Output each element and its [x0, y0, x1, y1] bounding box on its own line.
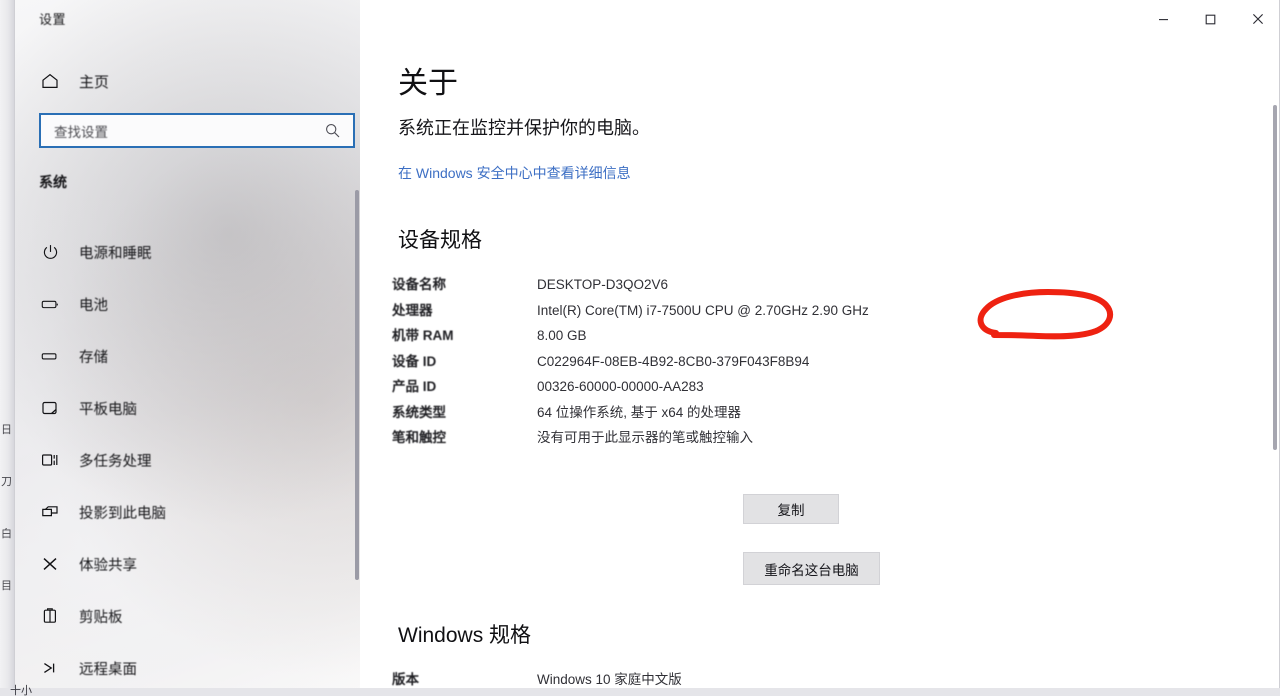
sidebar-item-label: 电池 — [79, 297, 108, 314]
spec-key: 系统类型 — [392, 404, 446, 420]
rename-pc-button[interactable]: 重命名这台电脑 — [743, 552, 880, 585]
sidebar-item-home[interactable]: 主页 — [31, 66, 117, 96]
sidebar-item-tablet[interactable]: 平板电脑 — [31, 382, 351, 434]
maximize-button[interactable] — [1187, 0, 1234, 38]
remote-desktop-icon — [39, 657, 61, 679]
copy-button[interactable]: 复制 — [743, 494, 839, 524]
table-row: 产品 ID 00326-60000-00000-AA283 — [392, 374, 922, 400]
background-window-sliver: 日 刀 白 目 — [0, 0, 14, 696]
spec-key: 设备 ID — [392, 353, 437, 369]
device-spec-table: 设备名称 DESKTOP-D3QO2V6 处理器 Intel(R) Core(T… — [392, 272, 922, 451]
spec-value: DESKTOP-D3QO2V6 — [537, 277, 669, 292]
windows-spec-section-title: Windows 规格 — [398, 624, 532, 647]
windows-spec-table: 版本 Windows 10 家庭中文版 — [392, 666, 922, 689]
table-row: 版本 Windows 10 家庭中文版 — [392, 666, 922, 689]
sidebar-item-label: 剪贴板 — [79, 609, 123, 626]
table-row: 笔和触控 没有可用于此显示器的笔或触控输入 — [392, 425, 922, 451]
taskbar-strip: 十小 — [0, 684, 1280, 696]
content-scrollbar[interactable] — [1273, 105, 1277, 450]
minimize-button[interactable] — [1140, 0, 1187, 38]
device-spec-section-title: 设备规格 — [398, 229, 482, 252]
spec-key: 处理器 — [392, 302, 433, 318]
sidebar-item-battery[interactable]: 电池 — [31, 278, 351, 330]
spec-value: 8.00 GB — [537, 328, 587, 344]
taskbar-glyph: 十小 — [10, 684, 32, 696]
spec-value: C022964F-08EB-4B92-8CB0-379F043F8B94 — [537, 353, 810, 369]
spec-key: 设备名称 — [392, 277, 446, 292]
spec-key: 笔和触控 — [392, 430, 446, 446]
power-icon — [39, 241, 61, 263]
sidebar-item-label: 远程桌面 — [79, 661, 137, 678]
table-row: 系统类型 64 位操作系统, 基于 x64 的处理器 — [392, 400, 922, 426]
security-center-link[interactable]: 在 Windows 安全中心中查看详细信息 — [398, 163, 631, 183]
table-row: 机带 RAM 8.00 GB — [392, 323, 922, 349]
project-icon — [39, 501, 61, 523]
spec-key: 机带 RAM — [392, 328, 454, 344]
sidebar-item-label: 体验共享 — [79, 557, 137, 574]
table-row: 设备名称 DESKTOP-D3QO2V6 — [392, 272, 922, 298]
sidebar-home-label: 主页 — [79, 73, 110, 91]
sidebar-scrollbar[interactable] — [355, 190, 359, 580]
sidebar-item-label: 投影到此电脑 — [79, 505, 166, 522]
page-title: 关于 — [398, 67, 458, 100]
spec-value: Intel(R) Core(TM) i7-7500U CPU @ 2.70GHz… — [537, 302, 869, 318]
multitasking-icon — [39, 449, 61, 471]
search-icon[interactable] — [321, 120, 343, 142]
sidebar-group-header: 系统 — [39, 174, 67, 190]
sidebar-item-label: 多任务处理 — [79, 453, 152, 470]
sidebar-item-clipboard[interactable]: 剪贴板 — [31, 590, 351, 642]
search-placeholder: 查找设置 — [54, 124, 108, 140]
clipboard-icon — [39, 605, 61, 627]
spec-value: Windows 10 家庭中文版 — [537, 672, 682, 687]
search-input[interactable]: 查找设置 — [39, 113, 355, 148]
app-title: 设置 — [39, 12, 67, 27]
table-row: 设备 ID C022964F-08EB-4B92-8CB0-379F043F8B… — [392, 349, 922, 375]
shared-experiences-icon — [39, 553, 61, 575]
settings-window: 设置 主页 查找设置 系统 电源和睡眠 电池 存储 平板电脑 多任务处理 投影到… — [14, 0, 1280, 690]
sidebar-item-storage[interactable]: 存储 — [31, 330, 351, 382]
battery-icon — [39, 293, 61, 315]
protection-status-text: 系统正在监控并保护你的电脑。 — [398, 118, 650, 138]
window-controls — [1140, 0, 1279, 38]
spec-value: 00326-60000-00000-AA283 — [537, 379, 704, 395]
close-button[interactable] — [1234, 0, 1279, 38]
sidebar-nav-list: 电源和睡眠 电池 存储 平板电脑 多任务处理 投影到此电脑 体验共享 剪贴板 远… — [31, 226, 351, 689]
sidebar-item-label: 存储 — [79, 349, 108, 366]
storage-icon — [39, 345, 61, 367]
sidebar-item-multitasking[interactable]: 多任务处理 — [31, 434, 351, 486]
settings-about-screen: 日 刀 白 目 设置 主页 查找设置 系统 电源和睡眠 电池 存储 平板电脑 多… — [0, 0, 1280, 696]
spec-key: 版本 — [392, 672, 419, 687]
sidebar-item-label: 平板电脑 — [79, 401, 137, 418]
table-row: 处理器 Intel(R) Core(TM) i7-7500U CPU @ 2.7… — [392, 298, 922, 324]
sidebar: 设置 主页 查找设置 系统 电源和睡眠 电池 存储 平板电脑 多任务处理 投影到… — [15, 0, 360, 689]
sidebar-item-shared-experiences[interactable]: 体验共享 — [31, 538, 351, 590]
spec-key: 产品 ID — [392, 379, 437, 395]
spec-value: 没有可用于此显示器的笔或触控输入 — [537, 430, 753, 446]
sidebar-item-label: 电源和睡眠 — [79, 245, 152, 262]
spec-value: 64 位操作系统, 基于 x64 的处理器 — [537, 404, 742, 420]
tablet-icon — [39, 397, 61, 419]
sidebar-item-remote-desktop[interactable]: 远程桌面 — [31, 642, 351, 689]
sidebar-item-power-sleep[interactable]: 电源和睡眠 — [31, 226, 351, 278]
content-pane: 关于 系统正在监控并保护你的电脑。 在 Windows 安全中心中查看详细信息 … — [360, 0, 1279, 689]
sidebar-item-project[interactable]: 投影到此电脑 — [31, 486, 351, 538]
home-icon — [39, 70, 61, 92]
